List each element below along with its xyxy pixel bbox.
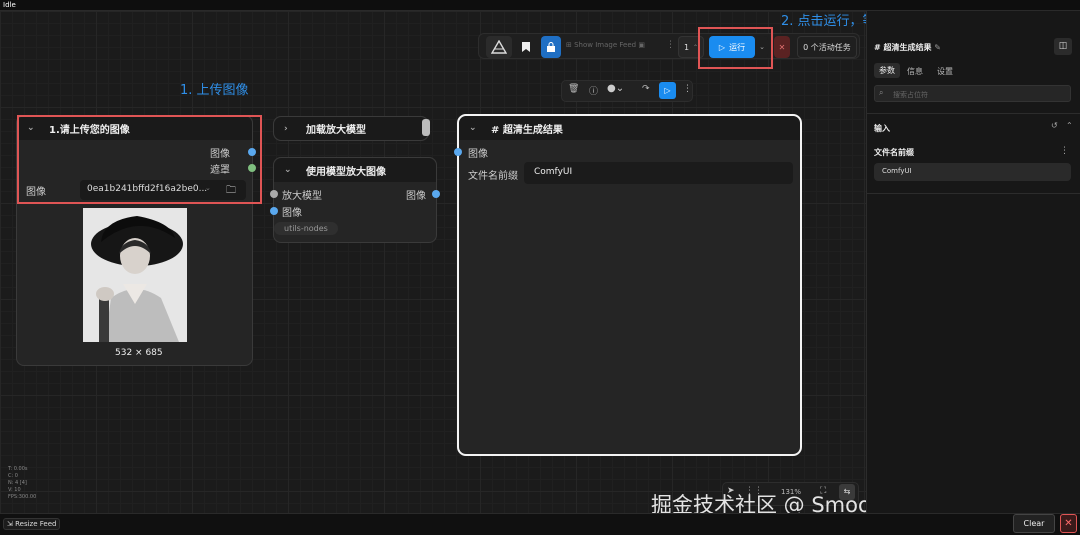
step1-annotation: 1. 上传图像 [180,83,249,98]
image-preview [83,208,187,342]
panel-title: # 超清生成结果 ✎ [874,42,941,53]
feed-icon: ⊞ [566,41,572,49]
filename-prefix-input[interactable]: ComfyUI [524,162,793,184]
bottom-bar: ⇲ Resize Feed Clear ✕ [0,513,1080,535]
upscale-output-image-label: 图像 [406,191,426,202]
load-upscale-model-node[interactable]: › 加载放大模型 [273,116,430,141]
portrait-image [83,208,187,342]
tab-info[interactable]: 信息 [907,66,923,77]
color-picker-icon[interactable]: ●⌄ [607,83,624,94]
save-input-image-slot[interactable] [454,148,462,156]
tab-params-label: 参数 [879,66,895,75]
upload-highlight-box [17,115,262,204]
save-input-image-label: 图像 [468,149,488,160]
resize-icon: ⇲ [7,520,13,528]
cancel-run-button[interactable]: ✕ [774,36,790,58]
expand-chevron-icon[interactable]: › [284,124,296,134]
active-tasks-button[interactable]: 0 个活动任务 [797,36,857,58]
upscale-title: 使用模型放大图像 [306,166,386,178]
info-icon[interactable]: ⓘ [589,84,598,97]
node-resize-handle[interactable] [422,119,430,136]
tab-settings[interactable]: 设置 [937,66,953,77]
lock-button[interactable] [541,36,561,58]
image-dimensions: 532 × 685 [115,348,163,358]
upscale-input-image-label: 图像 [282,208,302,219]
collapse-section-icon[interactable]: ⌃ [1066,121,1073,130]
search-placeholder: 搜索占位符 [893,91,928,99]
toggle-panel-button[interactable]: ◫ [1054,38,1072,55]
upscale-output-image-slot[interactable] [432,190,440,198]
collapse-chevron-icon[interactable]: ⌄ [469,123,481,133]
tab-settings-label: 设置 [937,67,953,76]
clear-button[interactable]: Clear [1013,514,1055,533]
node-canvas[interactable]: ⊞ Show Image Feed ▣ ⋮⋮ 1 ⌃ ▷ 运行 ⌄ ✕ 0 个活动任… [0,11,1002,517]
upscale-input-image-slot[interactable] [270,207,278,215]
panel-search-input[interactable]: ⌕ 搜索占位符 [874,85,1071,102]
bookmark-button[interactable] [516,36,536,58]
more-options-icon[interactable]: ⋮ [683,84,692,94]
stat-nodes: N: 4 [4] [8,480,27,486]
stat-v: V: 10 [8,487,21,493]
edit-pencil-icon[interactable]: ✎ [934,43,941,52]
load-upscale-title: 加载放大模型 [306,125,366,136]
panel-title-text: # 超清生成结果 [874,43,932,52]
logo-button[interactable] [486,36,512,58]
active-tasks-label: 0 个活动任务 [803,42,851,52]
resize-feed-button[interactable]: ⇲ Resize Feed [3,518,61,530]
feed-label: Show Image Feed [574,41,637,49]
bookmark-icon [522,42,530,52]
collapse-chevron-icon[interactable]: ⌄ [284,165,296,175]
inputs-section-label: 输入 [874,124,890,133]
play-small-icon: ▷ [664,86,671,95]
filename-prefix-panel-label: 文件名前缀 [874,148,914,157]
tab-info-label: 信息 [907,67,923,76]
filename-prefix-panel-input[interactable]: ComfyUI [874,163,1071,181]
show-image-feed-toggle[interactable]: ⊞ Show Image Feed ▣ [566,41,645,49]
save-image-title: # 超清生成结果 [491,124,563,136]
filename-prefix-panel-value: ComfyUI [882,167,912,175]
save-image-header[interactable]: ⌄ # 超清生成结果 [459,116,800,140]
queue-count-value: 1 [683,42,690,52]
clear-label: Clear [1023,519,1045,528]
app-title: Idle [3,1,16,9]
lock-icon [547,42,555,52]
field-more-icon[interactable]: ⋮ [1060,146,1069,156]
stat-time: T: 0.00s [8,466,28,472]
load-upscale-header[interactable]: › 加载放大模型 [274,117,428,140]
bypass-icon[interactable]: ↷ [642,84,650,94]
stat-c: C: 0 [8,473,18,479]
upscale-header[interactable]: ⌄ 使用模型放大图像 [274,158,436,182]
node-source-badge-text: utils-nodes [284,224,328,233]
panel-toggle-icon: ◫ [1058,41,1068,51]
input-upscale-model-slot[interactable] [270,190,278,198]
reset-icon[interactable]: ↺ [1051,121,1058,130]
panel-divider-2 [867,193,1080,194]
save-image-node[interactable]: ⌄ # 超清生成结果 图像 文件名前缀 ComfyUI [454,114,802,456]
close-icon: ✕ [1064,518,1073,529]
properties-panel: # 超清生成结果 ✎ ◫ 参数 信息 设置 ⌕ 搜索占位符 输入 ↺ ⌃ 文件名… [866,11,1080,513]
panel-divider [867,113,1080,114]
input-upscale-model-label: 放大模型 [282,191,322,202]
filename-prefix-value: ComfyUI [534,167,573,177]
resize-feed-label: Resize Feed [15,520,57,528]
stat-fps: FPS:300.00 [8,494,37,500]
close-feed-button[interactable]: ✕ [1060,514,1077,533]
filename-prefix-label: 文件名前缀 [468,171,518,182]
execute-selected-button[interactable]: ▷ [659,82,676,99]
run-highlight-box [698,27,773,69]
trash-icon[interactable]: 🗑 [568,84,579,94]
image-icon: ▣ [638,41,645,49]
stats-overlay: T: 0.00s C: 0 N: 4 [4] V: 10 FPS:300.00 [8,466,36,501]
comfy-logo-icon [491,40,507,54]
tab-params[interactable]: 参数 [874,63,900,78]
upscale-node[interactable]: ⌄ 使用模型放大图像 放大模型 图像 图像 utils-nodes [270,157,440,243]
close-icon: ✕ [778,42,786,52]
search-icon: ⌕ [879,88,884,97]
node-source-badge: utils-nodes [274,222,338,235]
